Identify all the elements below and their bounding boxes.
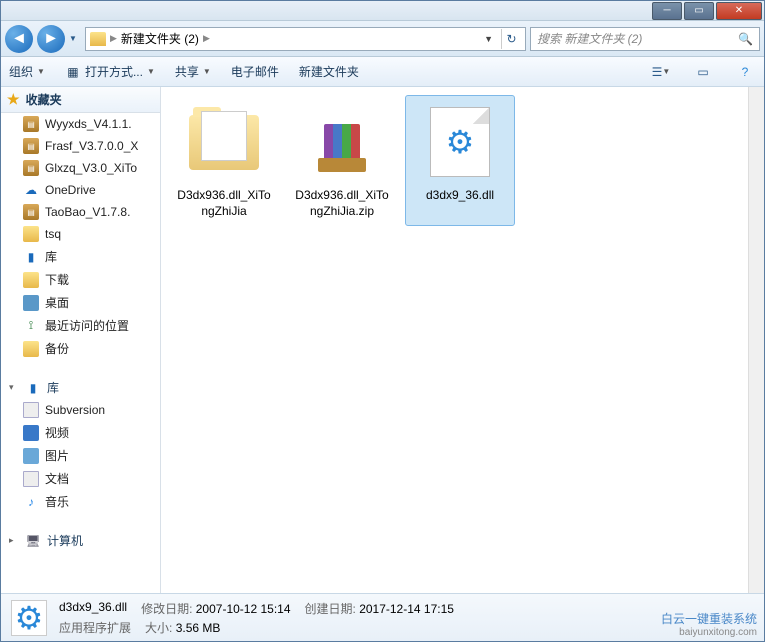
library-icon: ▮ bbox=[25, 380, 41, 396]
file-label: D3dx936.dll_XiTongZhiJia bbox=[174, 188, 274, 219]
sidebar-item[interactable]: Subversion bbox=[1, 399, 160, 421]
folder-icon bbox=[184, 102, 264, 182]
dll-icon: ⚙ bbox=[420, 102, 500, 182]
navigation-bar: ◄ ► ▼ ▶ 新建文件夹 (2) ▶ ▼ ↻ 搜索 新建文件夹 (2) 🔍 bbox=[1, 21, 764, 57]
favorites-header[interactable]: ★ 收藏夹 bbox=[1, 87, 160, 113]
sidebar-item[interactable]: tsq bbox=[1, 223, 160, 245]
status-filename: d3dx9_36.dll bbox=[59, 600, 127, 617]
watermark: 白云一键重装系统 baiyunxitong.com bbox=[661, 610, 757, 638]
sidebar-item[interactable]: ⟟最近访问的位置 bbox=[1, 314, 160, 337]
help-button[interactable]: ? bbox=[734, 61, 756, 83]
breadcrumb-separator: ▶ bbox=[110, 33, 117, 44]
explorer-window: ─ ▭ ✕ ◄ ► ▼ ▶ 新建文件夹 (2) ▶ ▼ ↻ 搜索 新建文件夹 (… bbox=[0, 0, 765, 642]
rar-icon: ▤ bbox=[23, 138, 39, 154]
expand-icon: ▾ bbox=[9, 382, 19, 393]
view-options[interactable]: ☰ ▼ bbox=[650, 61, 672, 83]
mus-icon: ♪ bbox=[23, 494, 39, 510]
sidebar-item[interactable]: ▤TaoBao_V1.7.8. bbox=[1, 201, 160, 223]
rar-icon: ▤ bbox=[23, 116, 39, 132]
sidebar-item[interactable]: ▤Frasf_V3.7.0.0_X bbox=[1, 135, 160, 157]
sidebar-item[interactable]: 视频 bbox=[1, 421, 160, 444]
toolbar: 组织▼ ▦ 打开方式...▼ 共享▼ 电子邮件 新建文件夹 ☰ ▼ ▭ ? bbox=[1, 57, 764, 87]
sidebar-item[interactable]: ▮库 bbox=[1, 245, 160, 268]
sidebar-item[interactable]: 备份 bbox=[1, 337, 160, 360]
address-bar[interactable]: ▶ 新建文件夹 (2) ▶ ▼ ↻ bbox=[85, 27, 526, 51]
back-button[interactable]: ◄ bbox=[5, 25, 33, 53]
forward-button[interactable]: ► bbox=[37, 25, 65, 53]
preview-pane-toggle[interactable]: ▭ bbox=[692, 61, 714, 83]
new-folder-button[interactable]: 新建文件夹 bbox=[299, 63, 359, 80]
details-pane: ⚙ d3dx9_36.dll 修改日期: 2007-10-12 15:14 创建… bbox=[1, 593, 764, 641]
status-filetype: 应用程序扩展 bbox=[59, 619, 131, 636]
doc-icon bbox=[23, 471, 39, 487]
organize-menu[interactable]: 组织▼ bbox=[9, 63, 45, 80]
lib-icon: ▮ bbox=[23, 249, 39, 265]
search-placeholder: 搜索 新建文件夹 (2) bbox=[537, 30, 642, 47]
file-item[interactable]: D3dx936.dll_XiTongZhiJia.zip bbox=[287, 95, 397, 226]
minimize-button[interactable]: ─ bbox=[652, 2, 682, 20]
rar-icon: ▤ bbox=[23, 204, 39, 220]
navigation-pane: ★ 收藏夹 ▤Wyyxds_V4.1.1.▤Frasf_V3.7.0.0_X▤G… bbox=[1, 87, 161, 593]
fold-icon bbox=[23, 341, 39, 357]
scrollbar[interactable] bbox=[748, 87, 764, 593]
file-type-icon: ⚙ bbox=[11, 600, 47, 636]
file-item[interactable]: D3dx936.dll_XiTongZhiJia bbox=[169, 95, 279, 226]
sidebar-item[interactable]: ♪音乐 bbox=[1, 490, 160, 513]
cloud-icon: ☁ bbox=[23, 182, 39, 198]
breadcrumb-separator: ▶ bbox=[203, 33, 210, 44]
fold-icon bbox=[23, 272, 39, 288]
file-label: D3dx936.dll_XiTongZhiJia.zip bbox=[292, 188, 392, 219]
vid-icon bbox=[23, 425, 39, 441]
titlebar: ─ ▭ ✕ bbox=[1, 1, 764, 21]
address-dropdown[interactable]: ▼ bbox=[480, 34, 497, 44]
window-controls: ─ ▭ ✕ bbox=[652, 2, 762, 20]
search-input[interactable]: 搜索 新建文件夹 (2) 🔍 bbox=[530, 27, 760, 51]
desk-icon bbox=[23, 295, 39, 311]
maximize-button[interactable]: ▭ bbox=[684, 2, 714, 20]
file-item[interactable]: ⚙ d3dx9_36.dll bbox=[405, 95, 515, 226]
computer-header[interactable]: ▸ 🖥 计算机 bbox=[1, 529, 160, 552]
history-dropdown[interactable]: ▼ bbox=[69, 25, 81, 53]
email-button[interactable]: 电子邮件 bbox=[231, 63, 279, 80]
pic-icon bbox=[23, 448, 39, 464]
doc-icon bbox=[23, 402, 39, 418]
expand-icon: ▸ bbox=[9, 535, 19, 546]
open-with-menu[interactable]: ▦ 打开方式...▼ bbox=[65, 63, 155, 80]
rar-icon: ▤ bbox=[23, 160, 39, 176]
sidebar-item[interactable]: 文档 bbox=[1, 467, 160, 490]
main-area: ★ 收藏夹 ▤Wyyxds_V4.1.1.▤Frasf_V3.7.0.0_X▤G… bbox=[1, 87, 764, 593]
sidebar-item[interactable]: 桌面 bbox=[1, 291, 160, 314]
folder-icon bbox=[90, 32, 106, 46]
refresh-button[interactable]: ↻ bbox=[501, 29, 521, 49]
loc-icon: ⟟ bbox=[23, 318, 39, 334]
share-menu[interactable]: 共享▼ bbox=[175, 63, 211, 80]
close-button[interactable]: ✕ bbox=[716, 2, 762, 20]
app-icon: ▦ bbox=[65, 64, 81, 80]
computer-icon: 🖥 bbox=[25, 533, 41, 549]
file-label: d3dx9_36.dll bbox=[410, 188, 510, 204]
search-icon: 🔍 bbox=[738, 32, 753, 46]
breadcrumb-current[interactable]: 新建文件夹 (2) bbox=[121, 30, 199, 47]
fold-icon bbox=[23, 226, 39, 242]
rar-icon bbox=[302, 102, 382, 182]
sidebar-item[interactable]: ▤Glxzq_V3.0_XiTo bbox=[1, 157, 160, 179]
sidebar-item[interactable]: 下载 bbox=[1, 268, 160, 291]
library-header[interactable]: ▾ ▮ 库 bbox=[1, 376, 160, 399]
sidebar-item[interactable]: ☁OneDrive bbox=[1, 179, 160, 201]
sidebar-item[interactable]: ▤Wyyxds_V4.1.1. bbox=[1, 113, 160, 135]
file-list[interactable]: D3dx936.dll_XiTongZhiJia D3dx936.dll_XiTo… bbox=[161, 87, 748, 593]
star-icon: ★ bbox=[7, 91, 20, 108]
sidebar-item[interactable]: 图片 bbox=[1, 444, 160, 467]
